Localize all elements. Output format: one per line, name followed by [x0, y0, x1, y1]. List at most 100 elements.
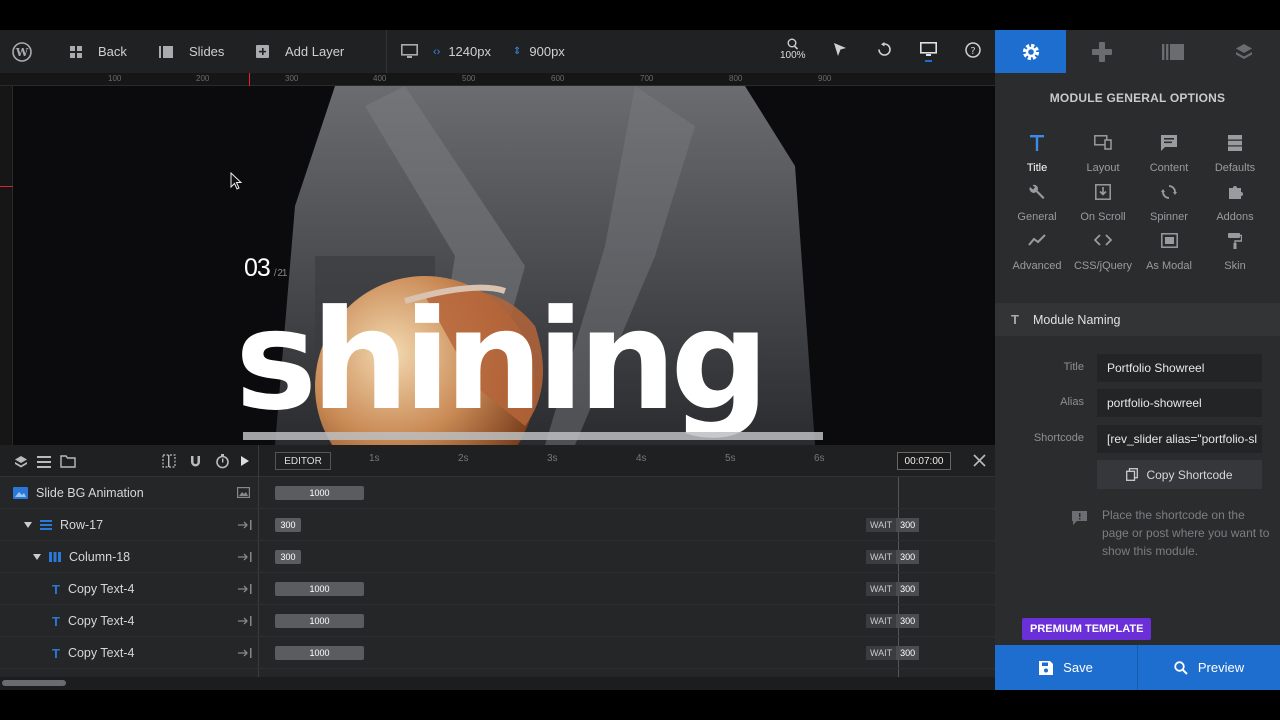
animation-bar[interactable]: 1000 [275, 614, 364, 628]
layer-name: Column-18 [69, 550, 131, 564]
preview-device-button[interactable] [920, 42, 937, 65]
option-css-jquery[interactable]: CSS/jQuery [1070, 233, 1136, 272]
align-right-icon[interactable] [238, 616, 252, 626]
animation-bar[interactable]: 300 [275, 550, 301, 564]
alias-input[interactable]: portfolio-showreel [1097, 389, 1262, 417]
timeline-row[interactable]: T Copy Text-4 1000 WAIT 300 [0, 637, 995, 669]
headline-text-layer[interactable]: shining [235, 292, 769, 430]
comment-info-icon [1072, 511, 1087, 525]
option-on-scroll[interactable]: On Scroll [1070, 184, 1136, 223]
ruler-tick: 600 [551, 74, 565, 83]
timeline-row[interactable]: Slide BG Animation 1000 [0, 477, 995, 509]
back-button[interactable]: Back [70, 30, 127, 73]
timeline-row[interactable]: T Copy Text-4 1000 WAIT 300 [0, 605, 995, 637]
scroll-icon [1095, 184, 1111, 200]
tab-slide-settings[interactable] [1138, 30, 1209, 73]
folder-icon[interactable] [60, 455, 76, 468]
timeline-scrollbar[interactable] [0, 677, 995, 690]
panel-tabs [995, 30, 1280, 73]
section-title-icon: T [1011, 312, 1019, 327]
premium-template-badge[interactable]: PREMIUM TEMPLATE [1022, 618, 1152, 640]
option-spinner[interactable]: Spinner [1136, 184, 1202, 223]
select-tool-button[interactable] [833, 42, 847, 61]
option-label: Spinner [1150, 211, 1188, 223]
time-tick: 3s [547, 453, 558, 464]
option-advanced[interactable]: Advanced [1004, 233, 1070, 272]
undo-button[interactable] [877, 42, 892, 60]
option-as-modal[interactable]: As Modal [1136, 233, 1202, 272]
shortcode-input[interactable]: [rev_slider alias="portfolio-sl [1097, 425, 1262, 453]
image-settings-icon[interactable] [237, 487, 250, 498]
editor-button[interactable]: EDITOR [275, 452, 331, 470]
stopwatch-icon[interactable] [215, 453, 230, 469]
layer-label: T Copy Text-4 [52, 605, 134, 637]
scrollbar-thumb[interactable] [2, 680, 66, 686]
animation-bar[interactable]: 1000 [275, 486, 364, 500]
animation-bar[interactable]: 1000 [275, 646, 364, 660]
add-layer-button[interactable]: Add Layer [256, 30, 344, 73]
shortcode-field-row: Shortcode [rev_slider alias="portfolio-s… [995, 425, 1280, 453]
caret-down-icon[interactable] [24, 522, 32, 528]
option-label: Skin [1224, 260, 1246, 272]
back-label: Back [98, 44, 127, 59]
wordpress-logo-button[interactable]: W [12, 30, 32, 73]
option-skin[interactable]: Skin [1202, 233, 1268, 272]
undo-icon [878, 42, 891, 56]
width-value: 1240px [448, 44, 491, 59]
preview-button[interactable]: Preview [1137, 645, 1280, 690]
zoom-control[interactable]: 100% [780, 38, 806, 61]
wait-block[interactable]: WAIT 300 [866, 550, 920, 564]
current-time-display[interactable]: 00:07:00 [897, 452, 951, 470]
tab-navigation[interactable] [1066, 30, 1137, 73]
copy-shortcode-button[interactable]: Copy Shortcode [1097, 460, 1262, 489]
option-content[interactable]: Content [1136, 135, 1202, 174]
wait-block[interactable]: WAIT 300 [866, 582, 920, 596]
align-right-icon[interactable] [238, 520, 252, 530]
caret-down-icon[interactable] [33, 554, 41, 560]
width-field[interactable]: ‹› 1240px [433, 30, 491, 73]
align-right-icon[interactable] [238, 552, 252, 562]
help-button[interactable]: ? [965, 42, 981, 61]
time-tick: 1s [369, 453, 380, 464]
wait-block[interactable]: WAIT 300 [866, 614, 920, 628]
save-button[interactable]: Save [995, 645, 1137, 690]
monitor-icon [401, 44, 418, 58]
title-field-row: Title Portfolio Showreel [995, 354, 1280, 382]
layers-toggle-icon[interactable] [14, 455, 28, 469]
snap-grid-icon[interactable] [162, 454, 176, 468]
tab-layers[interactable] [1209, 30, 1280, 73]
timeline-row[interactable]: Column-18 300 WAIT 300 [0, 541, 995, 573]
magnet-icon[interactable] [188, 454, 203, 469]
animation-bar[interactable]: 300 [275, 518, 301, 532]
add-layer-icon [256, 45, 269, 58]
height-field[interactable]: ⇕ 900px [513, 30, 565, 73]
list-icon[interactable] [37, 456, 51, 468]
animation-bar[interactable]: 1000 [275, 582, 364, 596]
align-right-icon[interactable] [238, 648, 252, 658]
slides-button[interactable]: Slides [159, 30, 224, 73]
play-icon[interactable] [240, 455, 250, 467]
slide-canvas[interactable]: 03/ 21 shining [13, 86, 995, 445]
wait-value: 300 [896, 646, 920, 660]
slide-counter[interactable]: 03/ 21 [244, 254, 287, 283]
wait-block[interactable]: WAIT 300 [866, 518, 920, 532]
device-desktop-button[interactable] [401, 30, 418, 73]
align-right-icon[interactable] [238, 584, 252, 594]
title-input[interactable]: Portfolio Showreel [1097, 354, 1262, 382]
timeline-row[interactable]: T Copy Text-4 1000 WAIT 300 [0, 573, 995, 605]
wait-block[interactable]: WAIT 300 [866, 646, 920, 660]
monitor-preview-icon [920, 42, 937, 62]
close-icon[interactable] [973, 454, 986, 467]
section-module-naming[interactable]: T Module Naming [995, 303, 1280, 336]
wrench-icon [1029, 184, 1045, 199]
content-icon [1161, 135, 1177, 151]
wait-value: 300 [896, 614, 920, 628]
option-addons[interactable]: Addons [1202, 184, 1268, 223]
layers-icon [1236, 43, 1253, 59]
option-layout[interactable]: Layout [1070, 135, 1136, 174]
option-general[interactable]: General [1004, 184, 1070, 223]
tab-module-settings[interactable] [995, 30, 1067, 73]
option-defaults[interactable]: Defaults [1202, 135, 1268, 174]
timeline-row[interactable]: Row-17 300 WAIT 300 [0, 509, 995, 541]
option-title[interactable]: Title [1004, 135, 1070, 174]
